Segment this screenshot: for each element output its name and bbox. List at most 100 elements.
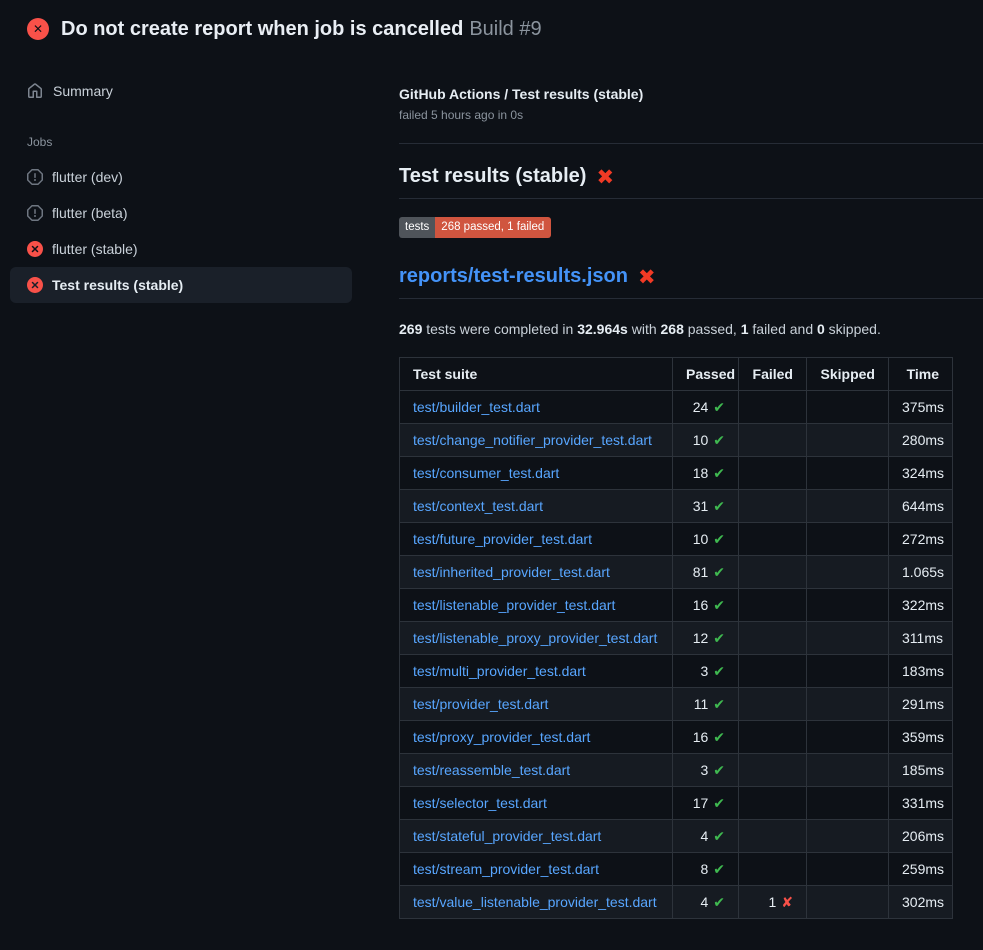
skipped-cell bbox=[807, 457, 889, 490]
skipped-cell bbox=[807, 490, 889, 523]
test-suite-link[interactable]: test/selector_test.dart bbox=[413, 795, 547, 811]
test-suite-link[interactable]: test/provider_test.dart bbox=[413, 696, 548, 712]
skipped-cell bbox=[807, 391, 889, 424]
passed-cell: 16✔ bbox=[673, 721, 739, 754]
sidebar-item-test-results-stable[interactable]: Test results (stable) bbox=[10, 267, 352, 303]
time-cell: 1.065s bbox=[889, 556, 953, 589]
test-suite-link[interactable]: test/reassemble_test.dart bbox=[413, 762, 570, 778]
sidebar-item-flutter-dev[interactable]: flutter (dev) bbox=[10, 159, 352, 195]
x-circle-fill-icon bbox=[27, 241, 43, 257]
summary-fragment: 32.964s bbox=[577, 321, 628, 337]
check-icon: ✔ bbox=[713, 795, 725, 811]
summary-fragment: 1 bbox=[741, 321, 749, 337]
passed-cell: 17✔ bbox=[673, 787, 739, 820]
failed-cell bbox=[739, 589, 807, 622]
check-icon: ✔ bbox=[713, 828, 725, 844]
test-suite-link[interactable]: test/multi_provider_test.dart bbox=[413, 663, 586, 679]
passed-cell: 4✔ bbox=[673, 886, 739, 919]
test-suite-link[interactable]: test/stream_provider_test.dart bbox=[413, 861, 599, 877]
page-title: Do not create report when job is cancell… bbox=[61, 16, 542, 42]
passed-cell: 18✔ bbox=[673, 457, 739, 490]
sidebar-item-flutter-beta[interactable]: flutter (beta) bbox=[10, 195, 352, 231]
divider bbox=[399, 143, 983, 144]
table-row: test/future_provider_test.dart10✔272ms bbox=[400, 523, 953, 556]
table-row: test/listenable_provider_test.dart16✔322… bbox=[400, 589, 953, 622]
sidebar-item-flutter-stable[interactable]: flutter (stable) bbox=[10, 231, 352, 267]
test-suite-link[interactable]: test/inherited_provider_test.dart bbox=[413, 564, 610, 580]
check-icon: ✔ bbox=[713, 498, 725, 514]
skipped-cell bbox=[807, 754, 889, 787]
check-icon: ✔ bbox=[713, 465, 725, 481]
job-label: flutter (beta) bbox=[52, 205, 127, 221]
test-suite-link[interactable]: test/future_provider_test.dart bbox=[413, 531, 592, 547]
stop-icon bbox=[27, 205, 43, 221]
summary-fragment: tests were completed in bbox=[422, 321, 577, 337]
summary-fragment: failed and bbox=[749, 321, 818, 337]
time-cell: 183ms bbox=[889, 655, 953, 688]
passed-cell: 10✔ bbox=[673, 424, 739, 457]
time-cell: 280ms bbox=[889, 424, 953, 457]
table-row: test/provider_test.dart11✔291ms bbox=[400, 688, 953, 721]
failed-cell bbox=[739, 424, 807, 457]
test-suite-link[interactable]: test/change_notifier_provider_test.dart bbox=[413, 432, 652, 448]
badge-value: 268 passed, 1 failed bbox=[435, 217, 551, 238]
check-run-name: Do not create report when job is cancell… bbox=[61, 18, 463, 40]
failed-cell: 1✘ bbox=[739, 886, 807, 919]
test-suite-link[interactable]: test/builder_test.dart bbox=[413, 399, 540, 415]
failed-cell bbox=[739, 688, 807, 721]
time-cell: 291ms bbox=[889, 688, 953, 721]
table-row: test/reassemble_test.dart3✔185ms bbox=[400, 754, 953, 787]
table-row: test/multi_provider_test.dart3✔183ms bbox=[400, 655, 953, 688]
failed-cell bbox=[739, 457, 807, 490]
passed-cell: 12✔ bbox=[673, 622, 739, 655]
passed-cell: 10✔ bbox=[673, 523, 739, 556]
skipped-cell bbox=[807, 655, 889, 688]
check-icon: ✔ bbox=[713, 564, 725, 580]
check-icon: ✔ bbox=[713, 729, 725, 745]
badge-label: tests bbox=[399, 217, 435, 238]
passed-cell: 31✔ bbox=[673, 490, 739, 523]
time-cell: 322ms bbox=[889, 589, 953, 622]
test-suite-link[interactable]: test/listenable_proxy_provider_test.dart bbox=[413, 630, 657, 646]
skipped-cell bbox=[807, 853, 889, 886]
column-header-failed: Failed bbox=[739, 358, 807, 391]
summary-fragment: with bbox=[628, 321, 661, 337]
skipped-cell bbox=[807, 523, 889, 556]
table-row: test/stream_provider_test.dart8✔259ms bbox=[400, 853, 953, 886]
failed-cell bbox=[739, 490, 807, 523]
table-row: test/proxy_provider_test.dart16✔359ms bbox=[400, 721, 953, 754]
x-icon: ✘ bbox=[781, 894, 793, 910]
time-cell: 206ms bbox=[889, 820, 953, 853]
test-suite-cell: test/value_listenable_provider_test.dart bbox=[400, 886, 673, 919]
skipped-cell bbox=[807, 556, 889, 589]
cross-mark-icon: ✖ bbox=[638, 267, 656, 288]
skipped-cell bbox=[807, 424, 889, 457]
test-suite-cell: test/context_test.dart bbox=[400, 490, 673, 523]
check-icon: ✔ bbox=[713, 597, 725, 613]
table-header-row: Test suitePassedFailedSkippedTime bbox=[400, 358, 953, 391]
table-row: test/inherited_provider_test.dart81✔1.06… bbox=[400, 556, 953, 589]
test-suite-link[interactable]: test/listenable_provider_test.dart bbox=[413, 597, 615, 613]
test-results-table: Test suitePassedFailedSkippedTime test/b… bbox=[399, 357, 953, 919]
job-label: flutter (stable) bbox=[52, 241, 138, 257]
test-suite-cell: test/stream_provider_test.dart bbox=[400, 853, 673, 886]
test-summary-text: 269 tests were completed in 32.964s with… bbox=[399, 320, 952, 339]
status-line: failed 5 hours ago in 0s bbox=[399, 107, 952, 124]
section-heading: Test results (stable) ✖ bbox=[399, 165, 983, 199]
sidebar-item-summary[interactable]: Summary bbox=[0, 77, 380, 105]
report-file-link[interactable]: reports/test-results.json bbox=[399, 265, 628, 288]
skipped-cell bbox=[807, 622, 889, 655]
build-number: Build #9 bbox=[469, 18, 541, 40]
tests-badge: tests 268 passed, 1 failed bbox=[399, 217, 551, 238]
test-suite-link[interactable]: test/context_test.dart bbox=[413, 498, 543, 514]
test-suite-link[interactable]: test/proxy_provider_test.dart bbox=[413, 729, 590, 745]
test-suite-link[interactable]: test/value_listenable_provider_test.dart bbox=[413, 894, 657, 910]
test-suite-cell: test/consumer_test.dart bbox=[400, 457, 673, 490]
check-icon: ✔ bbox=[713, 399, 725, 415]
test-suite-link[interactable]: test/consumer_test.dart bbox=[413, 465, 559, 481]
passed-cell: 24✔ bbox=[673, 391, 739, 424]
test-suite-link[interactable]: test/stateful_provider_test.dart bbox=[413, 828, 601, 844]
time-cell: 259ms bbox=[889, 853, 953, 886]
failed-cell bbox=[739, 787, 807, 820]
test-suite-cell: test/change_notifier_provider_test.dart bbox=[400, 424, 673, 457]
